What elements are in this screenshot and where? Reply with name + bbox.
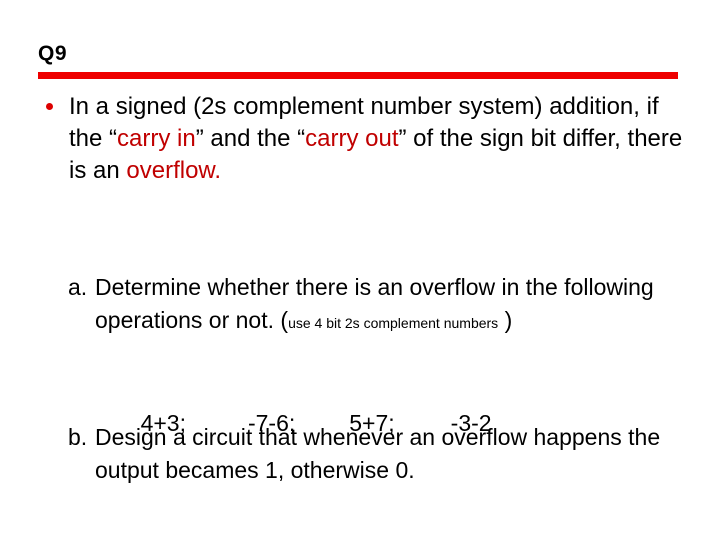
sub-item-b-text: Design a circuit that whenever an overfl… (95, 424, 661, 483)
highlight-carry-in: carry in (117, 125, 196, 152)
page-title: Q9 (38, 42, 68, 65)
sub-item-a-marker: a. (68, 274, 88, 300)
highlight-overflow: overflow. (126, 157, 222, 184)
list-item: In a signed (2s complement number system… (46, 91, 694, 187)
sub-item-b-block: b. Design a circuit that whenever an ove… (68, 421, 694, 487)
main-bullet-text: In a signed (2s complement number system… (69, 91, 694, 187)
bullet-dot-icon (46, 103, 53, 110)
highlight-carry-out: carry out (305, 125, 399, 152)
sub-item-a-block: a. Determine whether there is an overflo… (68, 271, 694, 340)
sub-item-a-text: Determine whether there is an overflow i… (95, 271, 694, 340)
paren-close: ) (498, 307, 513, 333)
slide-canvas: Q9 In a signed (2s complement number sys… (0, 0, 720, 540)
title-block: Q9 (38, 42, 680, 79)
sub-item-a-small-note: use 4 bit 2s complement numbers (288, 315, 499, 331)
main-bullet-block: In a signed (2s complement number system… (46, 91, 694, 187)
bullet-segment-2: ” and the “ (195, 125, 306, 152)
list-item: b. Design a circuit that whenever an ove… (68, 421, 694, 487)
title-underline-rule (38, 72, 678, 79)
sub-item-b-marker: b. (68, 424, 88, 450)
list-item: a. Determine whether there is an overflo… (68, 271, 694, 340)
paren-open: ( (280, 307, 289, 333)
